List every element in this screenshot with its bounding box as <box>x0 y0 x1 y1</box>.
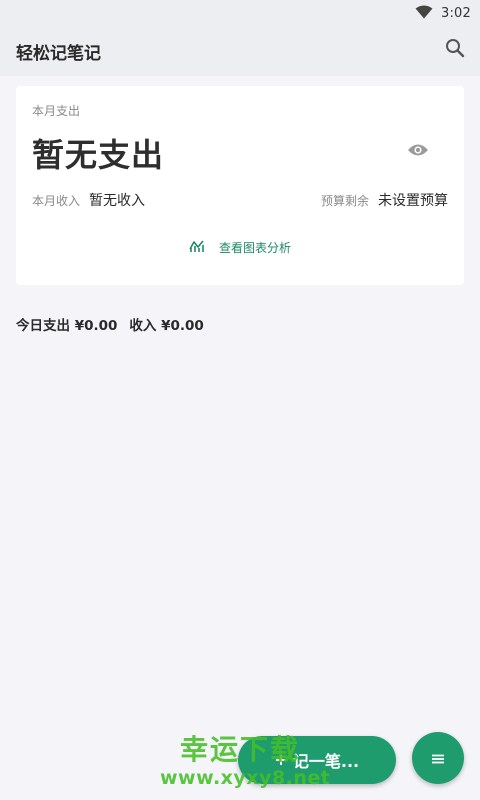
month-income: 本月收入 暂无收入 <box>32 190 145 210</box>
today-income: 收入 ¥0.00 <box>129 318 204 334</box>
status-indicators: 3:02 <box>415 4 471 23</box>
month-income-label: 本月收入 <box>32 193 81 208</box>
status-bar: 3:02 <box>0 0 480 26</box>
budget-remaining-value: 未设置预算 <box>378 193 448 209</box>
record-entry-button[interactable]: 记一笔... <box>238 736 396 784</box>
status-time: 3:02 <box>441 6 471 21</box>
toggle-visibility-button[interactable] <box>406 142 430 160</box>
view-chart-analysis-label: 查看图表分析 <box>218 240 291 255</box>
plus-icon <box>275 751 287 770</box>
month-income-value: 暂无收入 <box>89 193 146 209</box>
month-expense-value: 暂无支出 <box>32 136 165 174</box>
menu-icon <box>431 749 445 768</box>
app-bar: 轻松记笔记 <box>0 26 480 76</box>
menu-button[interactable] <box>412 732 464 784</box>
budget-remaining-label: 预算剩余 <box>320 193 369 208</box>
search-button[interactable] <box>442 37 468 63</box>
today-summary: 今日支出 ¥0.00 收入 ¥0.00 <box>16 314 204 334</box>
income-budget-row: 本月收入 暂无收入 预算剩余 未设置预算 <box>32 190 448 210</box>
app-title: 轻松记笔记 <box>16 44 101 64</box>
eye-icon <box>407 142 429 161</box>
wifi-icon <box>415 4 433 23</box>
chart-icon <box>189 238 205 257</box>
search-icon <box>445 38 465 62</box>
record-entry-label: 记一笔... <box>292 752 360 771</box>
view-chart-analysis-link[interactable]: 查看图表分析 <box>16 236 464 258</box>
month-summary-card: 本月支出 暂无支出 本月收入 暂无收入 预算剩余 未设置预算 查看图表分析 <box>16 86 464 285</box>
budget-remaining[interactable]: 预算剩余 未设置预算 <box>321 190 448 210</box>
month-expense-label: 本月支出 <box>32 104 81 118</box>
today-expense: 今日支出 ¥0.00 <box>16 318 118 334</box>
